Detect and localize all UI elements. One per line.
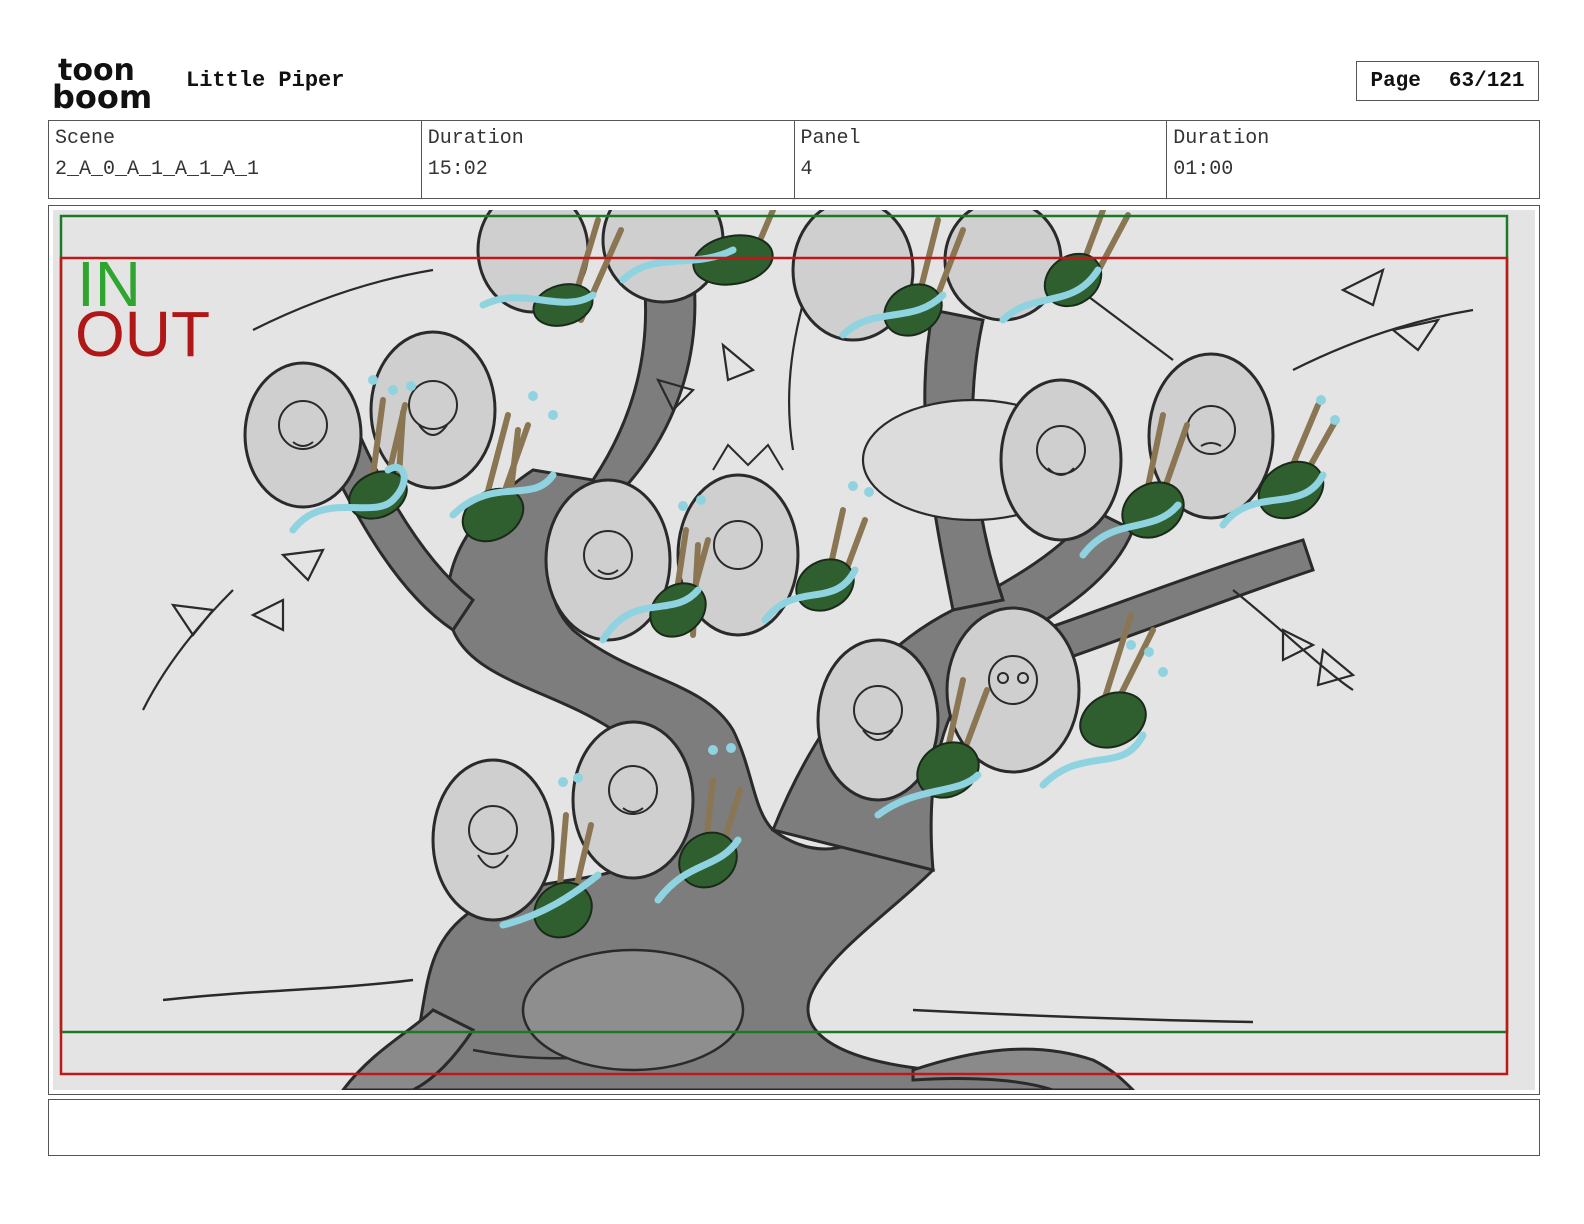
panel-duration-value: 01:00: [1173, 158, 1234, 181]
panel-duration-cell: Duration 01:00: [1167, 121, 1539, 198]
scene-value: 2_A_0_A_1_A_1_A_1: [55, 158, 260, 181]
toonboom-logo: toon boom: [52, 52, 164, 116]
logo-bottom-text: boom: [52, 78, 152, 112]
page-indicator: Page 63/121: [1356, 61, 1539, 101]
scene-cell: Scene 2_A_0_A_1_A_1_A_1: [49, 121, 422, 198]
scene-duration-label: Duration: [427, 127, 524, 150]
page-number: 63/121: [1448, 69, 1525, 93]
storyboard-panel[interactable]: IN OUT: [48, 205, 1540, 1095]
panel-label: Panel: [800, 127, 861, 150]
panel-drawing: IN OUT: [53, 210, 1535, 1090]
project-title: Little Piper: [186, 68, 345, 93]
panel-cell: Panel 4: [795, 121, 1168, 198]
page-label: Page: [1370, 69, 1421, 93]
scene-duration-value: 15:02: [427, 158, 488, 181]
panel-value: 4: [800, 158, 813, 181]
panel-info-table: Scene 2_A_0_A_1_A_1_A_1 Duration 15:02 P…: [48, 120, 1540, 199]
scene-label: Scene: [55, 127, 116, 150]
panel-notes-box[interactable]: [48, 1099, 1540, 1156]
scene-duration-cell: Duration 15:02: [422, 121, 795, 198]
panel-duration-label: Duration: [1173, 127, 1270, 150]
out-label: OUT: [75, 298, 210, 370]
